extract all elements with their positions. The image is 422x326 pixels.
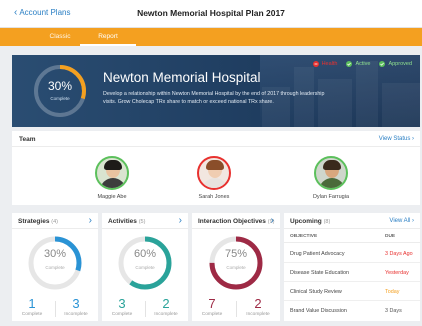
- objective-name: Disease State Education: [290, 270, 350, 276]
- status-health: Health: [312, 61, 337, 67]
- member-name: Dylan Farrugia: [312, 194, 350, 200]
- interaction-objectives-card[interactable]: Interaction Objectives (9) › 75% Complet…: [192, 213, 280, 321]
- incomplete-label: Incomplete: [246, 312, 270, 317]
- team-member[interactable]: Sarah Jones: [184, 156, 244, 200]
- team-panel: Team View Status › Maggie Abe Sarah Jone…: [12, 131, 420, 205]
- complete-label: Complete: [21, 312, 43, 317]
- account-name: Newton Memorial Hospital: [103, 70, 261, 85]
- page-title: Newton Memorial Hospital Plan 2017: [137, 8, 285, 18]
- upcoming-card: Upcoming (8) View All › OBJECTIVE DUE Dr…: [284, 213, 420, 321]
- progress-label: Complete: [45, 265, 65, 270]
- table-row[interactable]: Drug Patient Advocacy 3 Days Ago: [284, 244, 420, 263]
- avatar: [197, 156, 231, 190]
- due-date: Today: [385, 289, 400, 295]
- complete-count: 1: [28, 296, 36, 311]
- plan-hero-banner: 30% Complete Newton Memorial Hospital De…: [12, 55, 420, 127]
- navbar: ‹ Account Plans Newton Memorial Hospital…: [0, 0, 422, 28]
- objectives-progress-ring: [209, 236, 263, 290]
- incomplete-count: 2: [162, 296, 170, 311]
- complete-label: Complete: [111, 312, 133, 317]
- avatar: [314, 156, 348, 190]
- objective-name: Brand Value Discussion: [290, 308, 347, 314]
- member-name: Sarah Jones: [198, 194, 230, 200]
- chevron-right-icon[interactable]: ›: [271, 215, 274, 226]
- incomplete-count: 2: [254, 296, 262, 311]
- objective-name: Clinical Study Review: [290, 289, 342, 295]
- progress-percent: 75%: [224, 248, 248, 260]
- table-row[interactable]: Brand Value Discussion 3 Days: [284, 301, 420, 320]
- progress-percent: 30%: [43, 248, 67, 260]
- progress-percent: 60%: [133, 248, 157, 260]
- card-title: Strategies (4): [18, 218, 58, 225]
- upcoming-table-header: OBJECTIVE DUE: [284, 229, 420, 243]
- chevron-right-icon[interactable]: ›: [179, 215, 182, 226]
- card-title: Activities (5): [108, 218, 146, 225]
- plan-description: Develop a relationship within Newton Mem…: [103, 91, 325, 105]
- card-title: Interaction Objectives (9): [198, 218, 275, 225]
- chevron-right-icon[interactable]: ›: [89, 215, 92, 226]
- team-title: Team: [19, 136, 36, 143]
- view-all-link[interactable]: View All ›: [389, 218, 414, 224]
- due-date: 3 Days: [385, 308, 402, 314]
- incomplete-count: 3: [72, 296, 80, 311]
- tab-report[interactable]: Report: [76, 28, 140, 46]
- view-status-link[interactable]: View Status ›: [379, 136, 414, 142]
- activities-card[interactable]: Activities (5) › 60% Complete 3 Complete…: [102, 213, 188, 321]
- plan-progress-percent: 30%: [47, 79, 73, 93]
- progress-label: Complete: [226, 265, 246, 270]
- table-row[interactable]: Disease State Education Yesterday: [284, 263, 420, 282]
- team-member[interactable]: Dylan Farrugia: [301, 156, 361, 200]
- status-approved: Approved: [379, 61, 412, 67]
- check-circle-icon: [346, 61, 353, 67]
- status-indicators: Health Active Approved: [312, 61, 412, 67]
- strategies-progress-ring: [28, 236, 82, 290]
- plan-progress-label: Complete: [50, 96, 70, 101]
- alert-icon: [312, 61, 319, 67]
- team-header: Team View Status ›: [12, 131, 420, 147]
- complete-label: Complete: [201, 312, 223, 317]
- incomplete-label: Incomplete: [64, 312, 88, 317]
- objective-column-header: OBJECTIVE: [290, 234, 318, 239]
- table-row[interactable]: Clinical Study Review Today: [284, 282, 420, 301]
- team-member[interactable]: Maggie Abe: [82, 156, 142, 200]
- incomplete-label: Incomplete: [154, 312, 178, 317]
- due-date: 3 Days Ago: [385, 251, 413, 257]
- status-active: Active: [346, 61, 370, 67]
- complete-count: 7: [208, 296, 216, 311]
- objective-name: Drug Patient Advocacy: [290, 251, 345, 257]
- progress-label: Complete: [135, 265, 155, 270]
- member-name: Maggie Abe: [97, 194, 127, 200]
- tab-bar: Classic Report: [0, 28, 422, 46]
- check-circle-icon: [379, 61, 386, 67]
- strategies-card[interactable]: Strategies (4) › 30% Complete 1 Complete…: [12, 213, 98, 321]
- activities-progress-ring: [118, 236, 172, 290]
- complete-count: 3: [118, 296, 126, 311]
- due-date: Yesterday: [385, 270, 409, 276]
- due-column-header: DUE: [385, 234, 396, 239]
- avatar: [95, 156, 129, 190]
- card-title: Upcoming (8): [290, 218, 331, 225]
